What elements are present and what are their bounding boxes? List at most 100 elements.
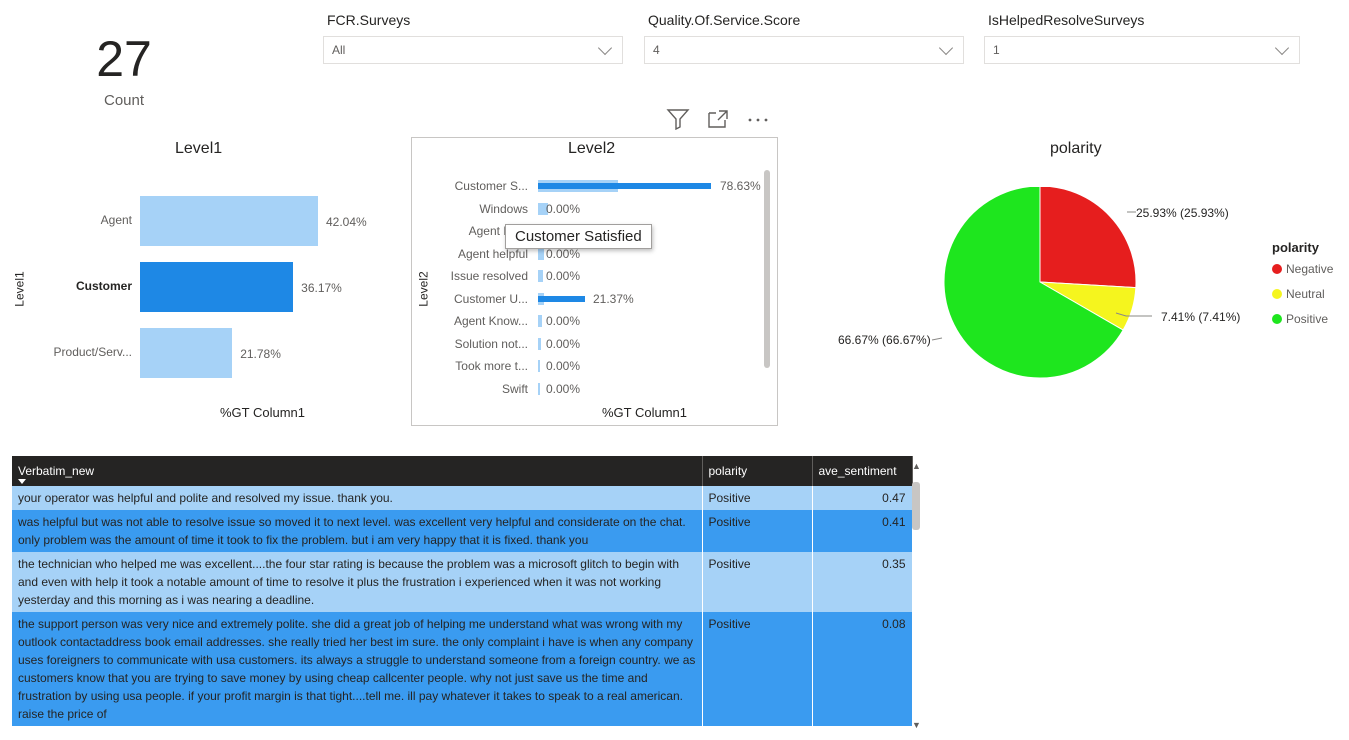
legend-item-negative[interactable]: Negative [1272, 262, 1333, 276]
category-label: Swift [501, 381, 528, 396]
bar[interactable] [140, 196, 318, 246]
chart-title: Level1 [175, 140, 223, 157]
verbatim-table: Verbatim_new polarity ave_sentiment your… [12, 456, 922, 740]
level2-scrollbar[interactable] [764, 170, 770, 368]
category-label: Customer U... [453, 291, 528, 306]
category-label: Agent [100, 213, 132, 227]
slicer-title: IsHelpedResolveSurveys [988, 12, 1145, 28]
data-label: 42.04% [326, 215, 367, 229]
data-label: 0.00% [546, 336, 581, 351]
cell-verbatim: was helpful but was not able to resolve … [12, 510, 703, 552]
data-label: 21.78% [240, 347, 281, 361]
category-label: Agent Know... [453, 314, 528, 328]
legend-label: Negative [1286, 262, 1334, 276]
legend-item-neutral[interactable]: Neutral [1272, 287, 1325, 301]
bar[interactable] [538, 295, 585, 302]
pie-leader-lines [931, 211, 1152, 341]
cell-ave-sentiment: 0.47 [812, 486, 913, 510]
chart-title: Level2 [568, 140, 616, 157]
slicer-dropdown[interactable]: 1 [984, 36, 1300, 64]
data-label: 0.00% [546, 381, 581, 396]
bar-background [538, 382, 540, 395]
category-label: Solution not... [454, 336, 528, 351]
cell-polarity: Positive [702, 486, 813, 510]
category-label: Issue resolved [450, 269, 528, 283]
cell-verbatim: your operator was helpful and polite and… [12, 486, 703, 510]
bar[interactable] [538, 183, 711, 189]
cell-polarity: Positive [702, 552, 813, 612]
bar[interactable] [140, 262, 294, 312]
table-row[interactable]: the support person was very nice and ext… [12, 612, 913, 726]
y-axis-title: Level1 [12, 271, 27, 307]
legend-dot-icon [1272, 314, 1282, 324]
more-options-icon[interactable] [746, 108, 770, 135]
cell-ave-sentiment: 0.41 [812, 510, 913, 552]
chevron-down-icon [1274, 40, 1290, 55]
count-label: Count [103, 92, 145, 109]
data-label: 78.63% [720, 179, 761, 193]
slicer-selected-value: 1 [993, 43, 1000, 57]
pie-label-negative: 25.93% (25.93%) [1136, 206, 1229, 220]
scroll-up-icon[interactable]: ▲ [912, 461, 921, 471]
cell-polarity: Positive [702, 612, 813, 726]
data-label: 36.17% [301, 281, 342, 295]
slicer-dropdown[interactable]: All [323, 36, 623, 64]
x-axis-title: %GT Column1 [602, 405, 688, 420]
table-header-row: Verbatim_new polarity ave_sentiment [12, 456, 913, 486]
category-label: Took more t... [455, 359, 528, 373]
bar-background [538, 247, 544, 260]
bar-background [538, 337, 542, 350]
legend-label: Neutral [1286, 287, 1325, 301]
slicer-dropdown[interactable]: 4 [644, 36, 964, 64]
slicer-selected-value: All [332, 43, 346, 57]
legend-label: Positive [1286, 312, 1329, 326]
column-header-ave-sentiment[interactable]: ave_sentiment [812, 456, 913, 486]
legend-item-positive[interactable]: Positive [1272, 312, 1328, 326]
count-value: 27 [96, 31, 152, 87]
sort-descending-icon [18, 479, 26, 484]
y-axis-title: Level2 [416, 271, 431, 307]
table-row[interactable]: the technician who helped me was excelle… [12, 552, 913, 612]
pie-label-neutral: 7.41% (7.41%) [1161, 310, 1241, 324]
filter-icon[interactable] [666, 108, 690, 135]
x-axis-title: %GT Column1 [220, 405, 306, 420]
chart-tooltip: Customer Satisfied [505, 224, 652, 249]
legend-dot-icon [1272, 289, 1282, 299]
category-label: Product/Serv... [53, 345, 132, 359]
bar-background [538, 360, 541, 372]
bar-background [538, 270, 543, 282]
table-row[interactable]: your operator was helpful and polite and… [12, 486, 913, 510]
slicer-fcr-surveys: FCR.Surveys All [323, 12, 623, 64]
data-label: 0.00% [546, 359, 581, 373]
data-label: 21.37% [593, 291, 634, 306]
chevron-down-icon [597, 40, 613, 55]
slicer-quality-of-service-score: Quality.Of.Service.Score 4 [644, 12, 964, 64]
column-header-verbatim[interactable]: Verbatim_new [12, 456, 703, 486]
chevron-down-icon [938, 40, 954, 55]
pie-chart-title: polarity [1050, 140, 1102, 157]
slicer-selected-value: 4 [653, 43, 660, 57]
focus-mode-icon[interactable] [706, 108, 730, 135]
bar-background [538, 315, 542, 327]
pie-label-positive: 66.67% (66.67%) [838, 333, 931, 347]
count-card[interactable]: 27 Count [62, 28, 186, 109]
visual-header [666, 108, 770, 135]
category-label: Customer [75, 279, 132, 293]
bar[interactable] [140, 328, 233, 378]
cell-ave-sentiment: 0.08 [812, 612, 913, 726]
scroll-down-icon[interactable]: ▼ [912, 720, 921, 730]
slicer-title: FCR.Surveys [327, 12, 411, 28]
table-scrollbar[interactable] [912, 482, 920, 530]
column-header-polarity[interactable]: polarity [702, 456, 813, 486]
cell-ave-sentiment: 0.35 [812, 552, 913, 612]
category-label: Customer S... [454, 179, 528, 193]
data-label: 0.00% [546, 201, 581, 216]
slicer-title: Quality.Of.Service.Score [648, 12, 801, 28]
table-row[interactable]: was helpful but was not able to resolve … [12, 510, 913, 552]
cell-verbatim: the support person was very nice and ext… [12, 612, 703, 726]
legend-title: polarity [1272, 240, 1319, 255]
cell-verbatim: the technician who helped me was excelle… [12, 552, 703, 612]
legend-dot-icon [1272, 264, 1282, 274]
category-label: Windows [479, 201, 528, 216]
data-label: 0.00% [546, 269, 581, 283]
